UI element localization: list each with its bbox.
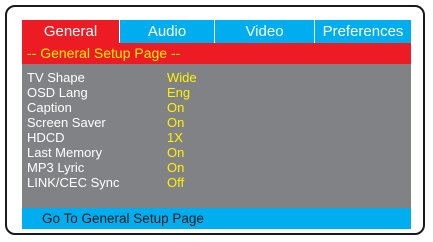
setting-row-caption[interactable]: Caption On	[22, 100, 411, 115]
setting-row-hdcd[interactable]: HDCD 1X	[22, 130, 411, 145]
status-bar: Go To General Setup Page	[22, 208, 411, 229]
setting-value: Off	[167, 175, 185, 190]
setting-row-last-memory[interactable]: Last Memory On	[22, 145, 411, 160]
setting-label: MP3 Lyric	[27, 160, 85, 175]
setting-label: Caption	[27, 100, 72, 115]
setting-value: On	[167, 100, 185, 115]
setting-value: On	[167, 145, 185, 160]
setting-row-link-cec-sync[interactable]: LINK/CEC Sync Off	[22, 175, 411, 190]
setting-label: Screen Saver	[27, 115, 106, 130]
setting-label: HDCD	[27, 130, 65, 145]
setting-label: LINK/CEC Sync	[27, 175, 120, 190]
setting-row-osd-lang[interactable]: OSD Lang Eng	[22, 85, 411, 100]
setting-label: TV Shape	[27, 70, 85, 85]
settings-list: TV Shape Wide OSD Lang Eng Caption On Sc…	[22, 70, 411, 190]
setting-row-mp3-lyric[interactable]: MP3 Lyric On	[22, 160, 411, 175]
setting-value: 1X	[167, 130, 183, 145]
page-title: -- General Setup Page --	[22, 43, 411, 64]
tab-preferences[interactable]: Preferences	[315, 20, 411, 43]
tab-general[interactable]: General	[22, 20, 120, 43]
setting-value: On	[167, 160, 185, 175]
setting-row-screen-saver[interactable]: Screen Saver On	[22, 115, 411, 130]
setting-label: Last Memory	[27, 145, 103, 160]
tab-audio[interactable]: Audio	[120, 20, 215, 43]
tab-video[interactable]: Video	[215, 20, 315, 43]
setting-row-tv-shape[interactable]: TV Shape Wide	[22, 70, 411, 85]
setting-value: Eng	[167, 85, 191, 100]
tab-bar: General Audio Video Preferences	[22, 20, 411, 43]
setting-value: On	[167, 115, 185, 130]
setup-menu: General Audio Video Preferences -- Gener…	[22, 20, 411, 229]
setting-label: OSD Lang	[27, 85, 88, 100]
setting-value: Wide	[167, 70, 197, 85]
